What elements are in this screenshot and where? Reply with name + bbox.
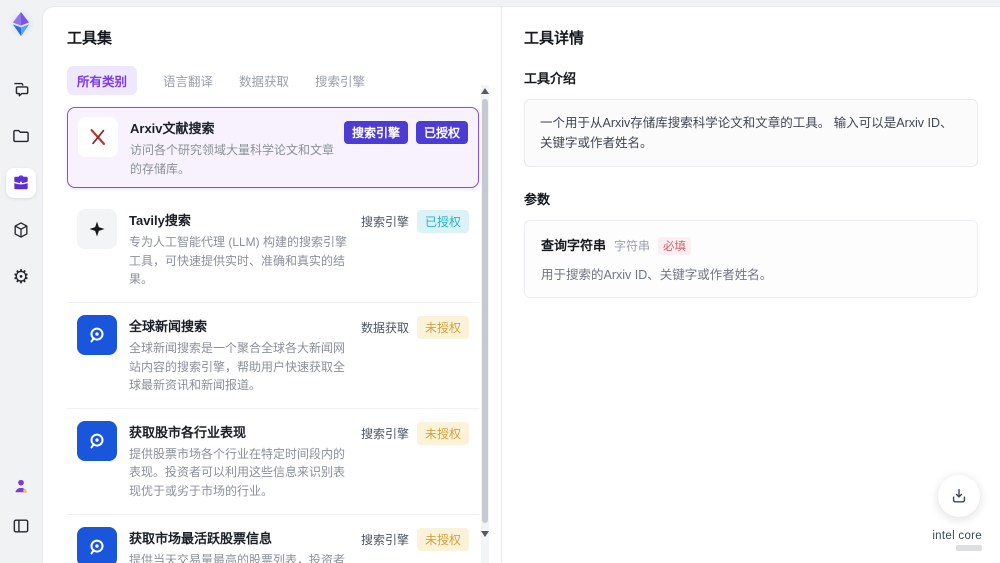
- tool-details-panel: 工具详情 工具介绍 一个用于从Arxiv存储库搜索科学论文和文章的工具。 输入可…: [502, 7, 1000, 563]
- tool-description: 全球新闻搜索是一个聚合全球各大新闻网站内容的搜索引擎，帮助用户快速获取全球最新资…: [129, 340, 346, 393]
- arxiv-logo-icon: [78, 117, 118, 157]
- sidebar-item-packages[interactable]: [6, 215, 36, 245]
- category-tabs: 所有类别 语言翻译 数据获取 搜索引擎: [67, 66, 501, 95]
- auth-status-badge: 未授权: [416, 315, 469, 339]
- news-search-icon: [77, 314, 117, 355]
- toolset-list-panel: 工具集 所有类别 语言翻译 数据获取 搜索引擎 Arxiv文献搜索 访问各个研究…: [43, 7, 501, 563]
- auth-status-badge: 未授权: [416, 527, 469, 551]
- sidebar-collapse-toggle[interactable]: [6, 511, 36, 541]
- user-avatar-icon: [15, 479, 27, 493]
- auth-status-badge: 已授权: [416, 210, 469, 234]
- tab-all-categories[interactable]: 所有类别: [67, 66, 138, 95]
- tool-description: 提供当天交易量最高的股票列表，投资者可以利用这些信息来识别流动性强的股票和潜在的…: [129, 552, 346, 563]
- tool-card-sector-performance[interactable]: 获取股市各行业表现 提供股票市场各个行业在特定时间段内的表现。投资者可以利用这些…: [67, 408, 479, 515]
- tab-data-fetch[interactable]: 数据获取: [239, 71, 289, 90]
- left-sidebar: ⚙: [0, 0, 42, 563]
- sidebar-item-settings[interactable]: ⚙: [6, 262, 36, 292]
- tool-card-arxiv[interactable]: Arxiv文献搜索 访问各个研究领域大量科学论文和文章的存储库。 搜索引擎 已授…: [67, 107, 479, 189]
- category-tag: 搜索引擎: [360, 215, 409, 230]
- tool-name: Tavily搜索: [129, 213, 191, 229]
- tool-name: Arxiv文献搜索: [130, 121, 215, 136]
- news-search-icon: [77, 526, 117, 563]
- category-tag: 搜索引擎: [360, 426, 409, 441]
- category-tag: 搜索引擎: [360, 532, 409, 547]
- panel-toggle-icon: [13, 519, 29, 533]
- gear-icon: ⚙: [12, 266, 30, 288]
- tab-search-engine[interactable]: 搜索引擎: [315, 71, 365, 90]
- list-scrollbar[interactable]: [481, 85, 489, 563]
- download-button[interactable]: [938, 475, 980, 517]
- tool-description: 访问各个研究领域大量科学论文和文章的存储库。: [130, 143, 335, 176]
- gem-logo-icon: [13, 12, 29, 36]
- tool-card-global-news[interactable]: 全球新闻搜索 全球新闻搜索是一个聚合全球各大新闻网站内容的搜索引擎，帮助用户快速…: [67, 302, 479, 409]
- app-logo: [5, 8, 37, 40]
- category-badge: 搜索引擎: [343, 121, 408, 144]
- tool-card-list: Arxiv文献搜索 访问各个研究领域大量科学论文和文章的存储库。 搜索引擎 已授…: [67, 107, 479, 563]
- main-panel: 工具集 所有类别 语言翻译 数据获取 搜索引擎 Arxiv文献搜索 访问各个研究…: [42, 6, 1000, 563]
- param-required-badge: 必填: [658, 237, 692, 255]
- tab-language-translation[interactable]: 语言翻译: [163, 71, 213, 90]
- param-name: 查询字符串: [541, 238, 607, 253]
- sidebar-item-toolset[interactable]: [6, 168, 36, 198]
- scrollbar-thumb[interactable]: [482, 99, 488, 523]
- toolbox-icon: [14, 175, 28, 190]
- params-heading: 参数: [524, 192, 551, 207]
- scroll-down-arrow-icon[interactable]: [481, 531, 489, 537]
- chat-icon: [14, 82, 29, 97]
- package-icon: [14, 222, 28, 238]
- category-tag: 数据获取: [360, 320, 409, 335]
- page-title: 工具集: [67, 30, 113, 47]
- folder-icon: [13, 129, 29, 143]
- param-type: 字符串: [614, 239, 651, 253]
- tool-name: 获取股市各行业表现: [129, 424, 247, 440]
- scroll-up-arrow-icon[interactable]: [481, 88, 489, 94]
- news-search-icon: [77, 420, 117, 461]
- tool-description: 提供股票市场各个行业在特定时间段内的表现。投资者可以利用这些信息来识别表现优于或…: [129, 446, 346, 498]
- sparkle-icon: [77, 209, 117, 250]
- auth-status-badge: 未授权: [416, 421, 469, 445]
- intro-heading: 工具介绍: [524, 71, 577, 86]
- parameter-card: 查询字符串 字符串 必填 用于搜索的Arxiv ID、关键字或作者姓名。: [524, 220, 978, 298]
- tool-intro-text: 一个用于从Arxiv存储库搜索科学论文和文章的工具。 输入可以是Arxiv ID…: [524, 99, 978, 167]
- tool-card-active-stocks[interactable]: 获取市场最活跃股票信息 提供当天交易量最高的股票列表，投资者可以利用这些信息来识…: [67, 514, 479, 563]
- sidebar-item-files[interactable]: [6, 121, 36, 151]
- intel-core-logo: intel core: [932, 530, 982, 551]
- details-title: 工具详情: [524, 30, 585, 47]
- auth-status-badge: 已授权: [415, 121, 468, 144]
- tool-card-tavily[interactable]: Tavily搜索 专为人工智能代理 (LLM) 构建的搜索引擎工具，可快速提供实…: [67, 197, 479, 303]
- intel-core-wordmark: intel core: [932, 530, 982, 542]
- param-description: 用于搜索的Arxiv ID、关键字或作者姓名。: [541, 268, 773, 282]
- tool-name: 全球新闻搜索: [129, 318, 208, 334]
- tool-name: 获取市场最活跃股票信息: [129, 530, 273, 546]
- sidebar-item-profile[interactable]: [6, 471, 36, 501]
- ultra-bar: [956, 545, 982, 551]
- download-icon: [952, 489, 966, 503]
- sidebar-item-chat[interactable]: [6, 74, 36, 104]
- tool-description: 专为人工智能代理 (LLM) 构建的搜索引擎工具，可快速提供实时、准确和真实的结…: [129, 235, 348, 287]
